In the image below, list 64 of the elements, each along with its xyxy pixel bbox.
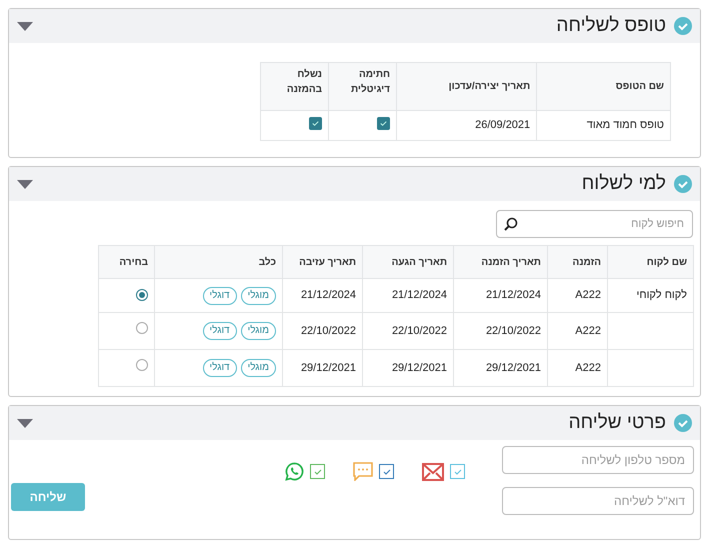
- section-title: למי לשלוח: [582, 172, 666, 196]
- check-icon: [382, 466, 392, 476]
- radio-button[interactable]: [136, 359, 148, 372]
- column-header: בחירה: [98, 246, 154, 278]
- table-cell: 22/10/2022: [282, 312, 362, 350]
- table-cell: A222: [548, 350, 608, 386]
- table-cell: לקוח לקוחי: [636, 289, 687, 302]
- caret-down-icon[interactable]: [17, 22, 33, 30]
- table-cell: 22/10/2022: [362, 312, 454, 350]
- check-icon: [452, 466, 462, 476]
- section-header[interactable]: טופס לשליחה: [9, 9, 700, 43]
- search-icon: [504, 217, 518, 231]
- search-field[interactable]: חיפוש לקוח: [496, 210, 693, 238]
- dog-tag: מוגלי: [240, 286, 276, 304]
- check-circle-icon: [674, 175, 692, 193]
- table-cell: 21/12/2024: [282, 278, 362, 312]
- table-cell: 29/12/2021: [282, 350, 362, 386]
- check-icon: [311, 119, 320, 128]
- table-cell: טופס חמוד מאוד: [536, 110, 670, 140]
- phone-field[interactable]: מספר טלפון לשליחה: [502, 446, 694, 474]
- radio-button[interactable]: [136, 322, 148, 334]
- column-header: נשלח בהמזנה: [260, 62, 328, 110]
- table-cell: A222: [548, 312, 608, 350]
- dog-tag: מוגלי: [240, 322, 276, 340]
- radio-button[interactable]: [136, 289, 148, 302]
- email-field[interactable]: דוא"ל לשליחה: [502, 487, 694, 515]
- check-icon: [379, 119, 388, 128]
- column-header: חתימה דיגיטלית: [328, 62, 396, 110]
- chat-bubble-icon: [353, 462, 373, 481]
- table-cell: 29/12/2021: [454, 350, 548, 386]
- table-cell: 21/12/2024: [362, 278, 454, 312]
- dog-tag: דוגלי: [202, 322, 237, 340]
- dog-tag: דוגלי: [202, 286, 237, 304]
- column-header: תאריך יצירה/עדכון: [396, 62, 537, 110]
- dog-tag: מוגלי: [240, 359, 276, 377]
- checkbox[interactable]: [377, 117, 390, 130]
- checkbox[interactable]: [309, 117, 322, 130]
- check-circle-icon: [674, 414, 692, 432]
- column-header: הזמנה: [548, 246, 608, 278]
- section-header[interactable]: פרטי שליחה: [9, 406, 700, 440]
- checkbox[interactable]: [310, 464, 325, 479]
- envelope-icon: [422, 462, 444, 480]
- caret-down-icon[interactable]: [17, 418, 33, 428]
- section-title: טופס לשליחה: [556, 14, 666, 38]
- phone-bubble-icon: [285, 462, 304, 481]
- table-cell: 29/12/2021: [362, 350, 454, 386]
- check-icon: [312, 466, 322, 476]
- caret-down-icon[interactable]: [17, 180, 33, 188]
- column-header: כלב: [154, 246, 282, 278]
- column-header: תאריך הזמנה: [454, 246, 548, 278]
- column-header: שם לקוח: [608, 246, 694, 278]
- dog-tag: דוגלי: [202, 359, 237, 377]
- column-header: שם הטופס: [536, 62, 670, 110]
- section-title: פרטי שליחה: [568, 410, 666, 435]
- checkbox[interactable]: [379, 464, 394, 479]
- table-cell: 21/12/2024: [454, 278, 548, 312]
- table-cell: 22/10/2022: [454, 312, 548, 350]
- table-cell: A222: [548, 278, 608, 312]
- table-cell: 26/09/2021: [396, 110, 537, 140]
- section-header[interactable]: למי לשלוח: [9, 167, 700, 201]
- column-header: תאריך עזיבה: [282, 246, 362, 278]
- column-header: תאריך הגעה: [362, 246, 454, 278]
- check-circle-icon: [674, 17, 692, 35]
- checkbox[interactable]: [450, 464, 465, 479]
